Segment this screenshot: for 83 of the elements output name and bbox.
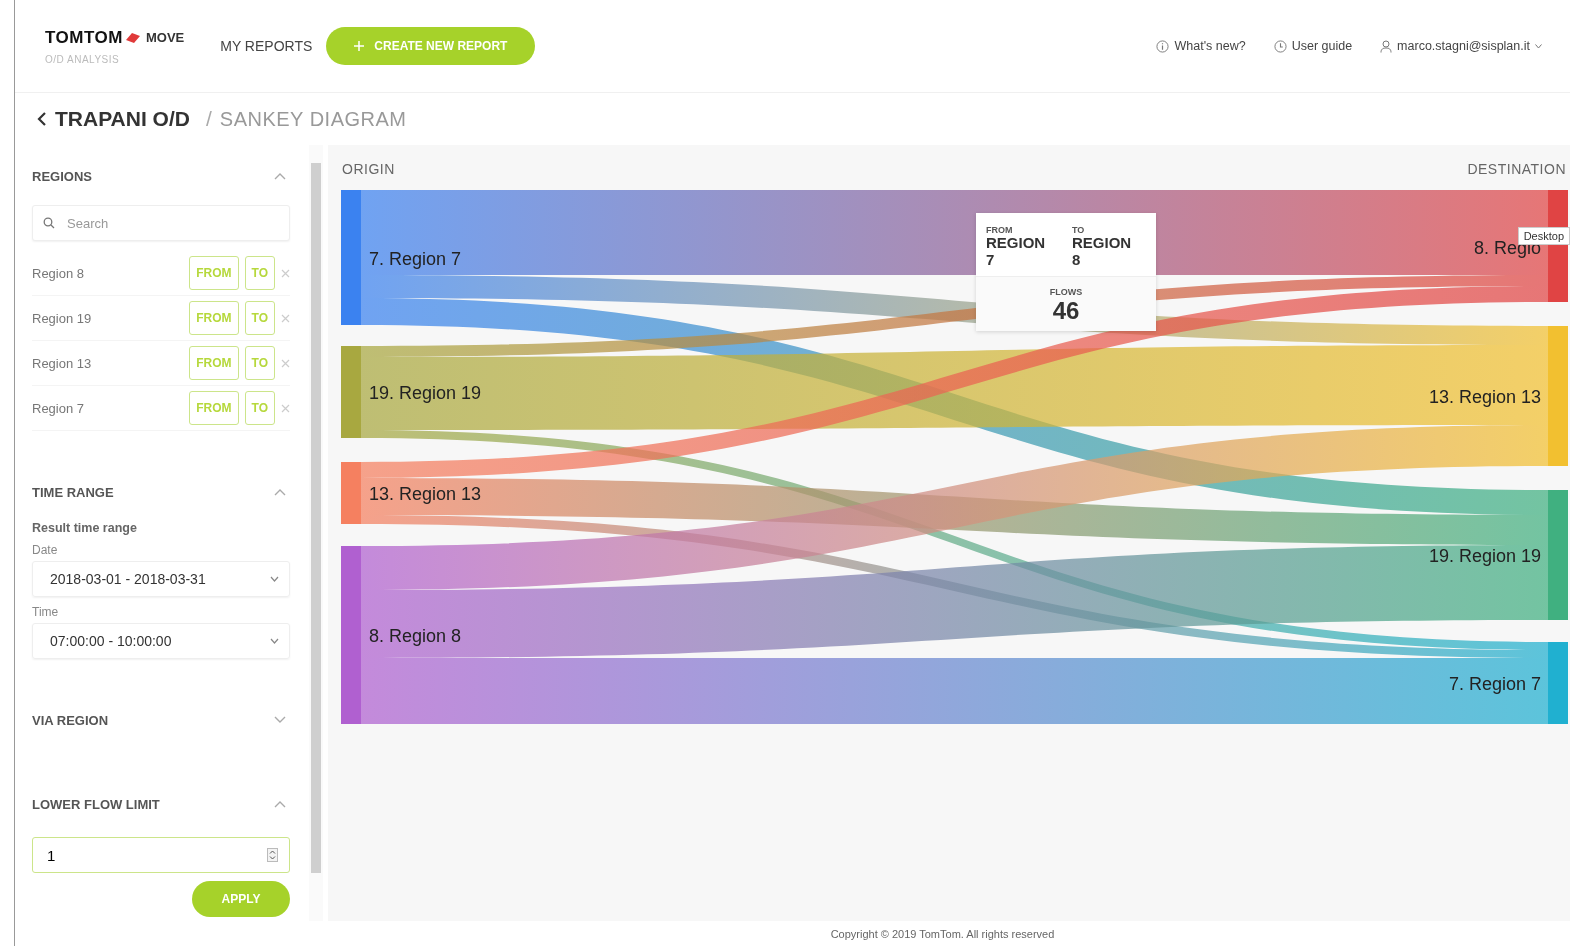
node-label: 19. Region 19 [369, 383, 482, 403]
logo-text: TOMTOM [45, 27, 123, 48]
from-button[interactable]: FROM [189, 391, 239, 425]
to-button[interactable]: TO [244, 301, 275, 335]
region-name: Region 8 [32, 265, 86, 281]
plus-icon [354, 41, 365, 51]
origin-node[interactable] [341, 346, 361, 438]
flow-ribbon[interactable] [361, 545, 1548, 658]
flow-ribbon[interactable] [361, 425, 1548, 590]
collapse-icon[interactable] [274, 488, 286, 496]
product-subtitle: O/D ANALYSIS [45, 53, 121, 65]
user-guide-link[interactable]: User guide [1273, 39, 1353, 53]
node-label: 7. Region 7 [1448, 674, 1541, 694]
tooltip-label: TO [1072, 225, 1086, 235]
expand-icon[interactable] [274, 716, 286, 724]
node-label: 7. Region 7 [369, 248, 462, 269]
flow-ribbon[interactable] [361, 658, 1548, 724]
destination-node[interactable] [1548, 642, 1568, 724]
date-range-select[interactable]: 2018-03-01 - 2018-03-31 [32, 561, 290, 597]
flow-limit-field[interactable]: 1 [32, 837, 290, 873]
tooltip-label: FLOWS [1049, 287, 1083, 297]
origin-node[interactable] [341, 190, 361, 325]
destination-node[interactable] [1548, 326, 1568, 466]
node-label: 13. Region 13 [369, 484, 482, 504]
section-title: VIA REGION [32, 712, 109, 728]
origin-heading: ORIGIN [342, 161, 395, 177]
user-icon [1380, 39, 1393, 53]
destination-heading: DESTINATION [1467, 161, 1566, 177]
clock-icon [1273, 39, 1287, 53]
collapse-icon[interactable] [274, 800, 286, 808]
origin-node[interactable] [341, 546, 361, 724]
whats-new-link[interactable]: What's new? [1156, 39, 1246, 53]
field-label: Time [32, 605, 60, 619]
field-group-title: Result time range [32, 521, 138, 535]
report-title[interactable]: TRAPANI O/D [55, 107, 190, 131]
remove-icon[interactable] [281, 403, 290, 413]
chevron-down-icon [270, 638, 279, 644]
from-button[interactable]: FROM [189, 301, 239, 335]
tooltip-value: REGION 8 [1072, 235, 1133, 268]
node-label: 8. Region 8 [369, 626, 462, 646]
origin-node[interactable] [341, 462, 361, 524]
to-button[interactable]: TO [244, 346, 275, 380]
copyright-text: Copyright © 2019 TomTom. All rights reserved [830, 928, 1055, 940]
remove-icon[interactable] [281, 268, 290, 278]
node-label: 19. Region 19 [1428, 546, 1541, 566]
product-name: MOVE [145, 30, 185, 45]
tooltip-label: FROM [986, 225, 1014, 235]
destination-node[interactable] [1548, 490, 1568, 620]
spinner-icon[interactable] [267, 848, 278, 862]
section-title: REGIONS [32, 168, 92, 184]
scrollbar[interactable] [309, 145, 323, 921]
node-label: 13. Region 13 [1428, 387, 1541, 407]
apply-button[interactable]: APPLY [192, 881, 290, 917]
search-field[interactable]: Search [32, 205, 290, 241]
region-name: Region 7 [32, 400, 86, 416]
chevron-down-icon [270, 576, 279, 582]
create-report-button[interactable]: CREATE NEW REPORT [326, 27, 536, 65]
info-icon [1156, 39, 1170, 53]
section-title: LOWER FLOW LIMIT [32, 796, 160, 812]
breadcrumb-separator: / [205, 107, 212, 131]
remove-icon[interactable] [281, 313, 290, 323]
region-name: Region 19 [32, 310, 93, 326]
flow-ribbon[interactable] [361, 345, 1548, 430]
logo-mark-icon [124, 31, 141, 44]
search-icon [43, 217, 55, 229]
hover-tooltip: Desktop [1517, 227, 1570, 245]
collapse-icon[interactable] [274, 172, 286, 180]
tooltip-value: REGION 7 [986, 235, 1047, 268]
from-button[interactable]: FROM [189, 346, 239, 380]
user-menu[interactable]: marco.stagni@sisplan.it [1380, 39, 1542, 53]
section-title: TIME RANGE [32, 484, 114, 500]
time-range-select[interactable]: 07:00:00 - 10:00:00 [32, 623, 290, 659]
field-label: Date [32, 543, 59, 557]
to-button[interactable]: TO [244, 391, 275, 425]
remove-icon[interactable] [281, 358, 290, 368]
region-name: Region 13 [32, 355, 93, 371]
caret-icon [1535, 43, 1542, 49]
back-icon[interactable] [37, 112, 47, 126]
page-title: SANKEY DIAGRAM [219, 107, 407, 131]
my-reports-link[interactable]: MY REPORTS [220, 38, 313, 54]
flow-count: 46 [1052, 297, 1080, 325]
to-button[interactable]: TO [244, 256, 275, 290]
from-button[interactable]: FROM [189, 256, 239, 290]
